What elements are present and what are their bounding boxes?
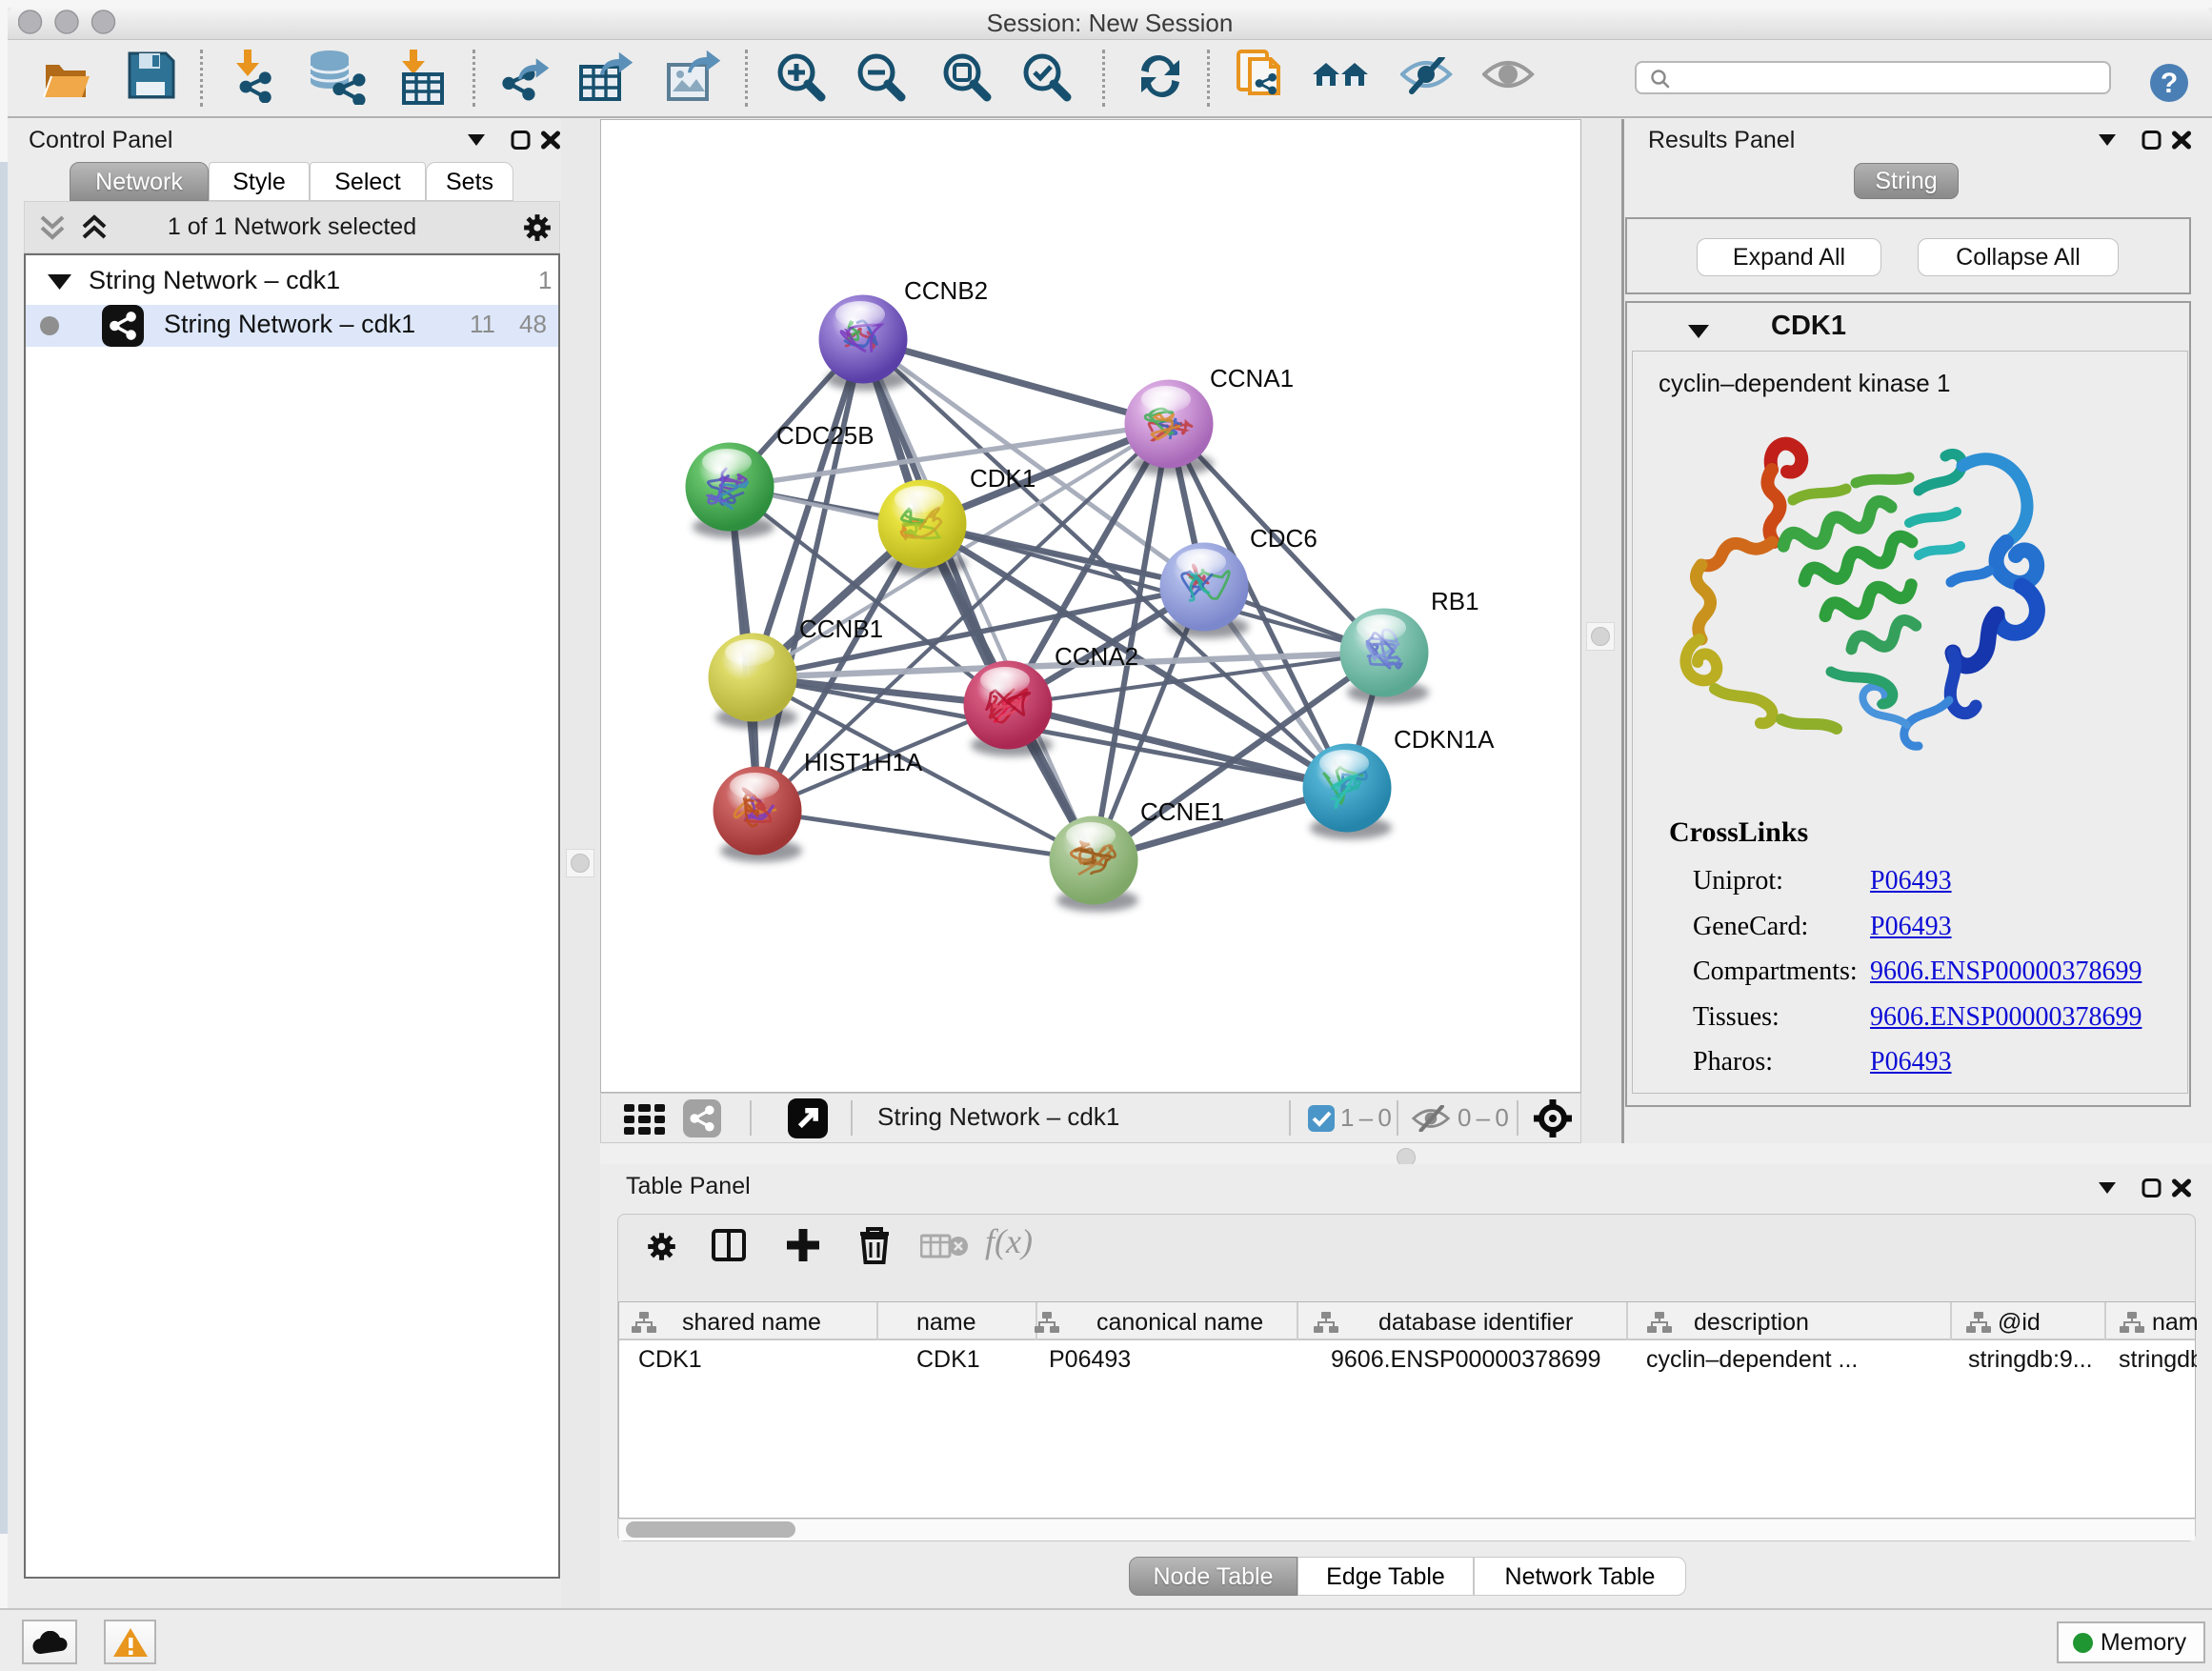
svg-text:CDC25B: CDC25B [776, 421, 875, 450]
svg-text:CDC6: CDC6 [1250, 524, 1317, 553]
svg-text:HIST1H1A: HIST1H1A [804, 748, 923, 776]
svg-text:CCNE1: CCNE1 [1140, 797, 1224, 826]
svg-text:?: ? [2161, 68, 2178, 99]
svg-text:CDKN1A: CDKN1A [1394, 725, 1495, 754]
svg-text:CCNA1: CCNA1 [1210, 364, 1294, 393]
svg-text:CDK1: CDK1 [970, 464, 1036, 493]
svg-text:RB1: RB1 [1431, 587, 1479, 615]
svg-text:CCNB2: CCNB2 [904, 276, 988, 305]
svg-text:CCNB1: CCNB1 [799, 614, 883, 643]
svg-text:CCNA2: CCNA2 [1055, 642, 1138, 671]
